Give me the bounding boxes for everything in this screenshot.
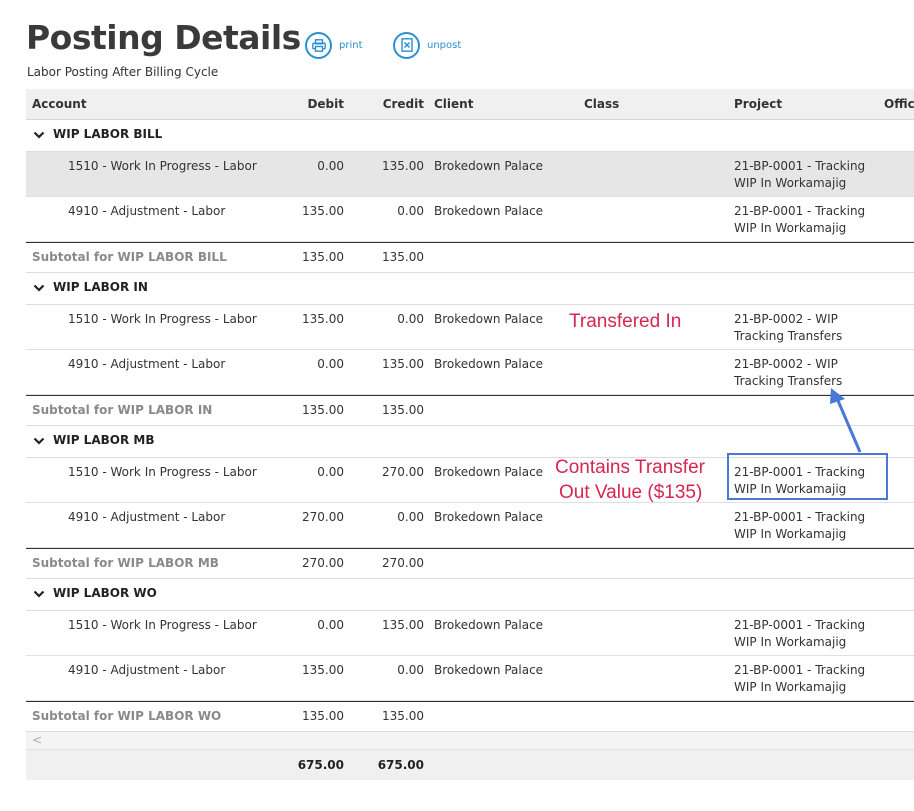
annotation-arrow — [830, 388, 862, 453]
